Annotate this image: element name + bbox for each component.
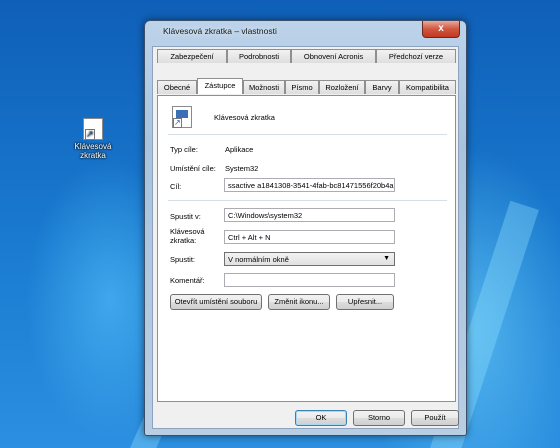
tab-general[interactable]: Obecné [157,80,197,94]
tab-compatibility[interactable]: Kompatibilita [399,80,456,94]
run-select[interactable]: V normálním okně ▼ [224,252,395,266]
change-icon-button[interactable]: Změnit ikonu... [268,294,330,310]
hotkey-label-line1: Klávesová [170,227,205,236]
comment-label: Komentář: [170,276,205,285]
advanced-button[interactable]: Upřesnit... [336,294,394,310]
close-icon: x [438,23,444,34]
tab-colors[interactable]: Barvy [365,80,399,94]
window-title: Klávesová zkratka – vlastnosti [163,26,277,36]
close-button[interactable]: x [422,21,460,38]
target-location-value: System32 [225,164,259,173]
shortcut-icon [83,118,103,140]
hotkey-label: Klávesová zkratka: [170,227,205,245]
separator [168,134,447,135]
tab-security[interactable]: Zabezpečení [157,49,227,63]
properties-window: Klávesová zkratka – vlastnosti x Zabezpe… [144,20,467,436]
tab-previous-versions[interactable]: Předchozí verze [376,49,456,63]
target-field[interactable]: ssactive a1841308-3541-4fab-bc81471556f2… [224,178,395,192]
hotkey-label-line2: zkratka: [170,236,197,245]
target-label: Cíl: [170,182,182,191]
shortcut-name: Klávesová zkratka [214,113,275,122]
target-location-label: Umístění cíle: [170,164,216,173]
open-file-location-button[interactable]: Otevřít umístění souboru [170,294,262,310]
target-type-label: Typ cíle: [170,145,198,154]
tab-details[interactable]: Podrobnosti [227,49,291,63]
cancel-button[interactable]: Storno [353,410,405,426]
target-type-value: Aplikace [225,145,254,154]
chevron-down-icon: ▼ [383,255,390,262]
desktop-shortcut-icon[interactable]: Klávesová zkratka [70,118,116,160]
tab-options[interactable]: Možnosti [243,80,285,94]
start-in-field[interactable]: C:\Windows\system32 [224,208,395,222]
tab-shortcut[interactable]: Zástupce [197,78,243,94]
dialog-client: Zabezpečení Podrobnosti Obnovení Acronis… [152,46,459,429]
tab-font[interactable]: Písmo [285,80,319,94]
shortcut-app-icon [172,106,192,128]
run-label: Spustit: [170,255,196,264]
separator [168,200,447,201]
start-in-label: Spustit v: [170,212,201,221]
tab-layout[interactable]: Rozložení [319,80,365,94]
ok-button[interactable]: OK [295,410,347,426]
shortcut-panel: Klávesová zkratka Typ cíle: Aplikace Umí… [157,95,456,402]
hotkey-field[interactable]: Ctrl + Alt + N [224,230,395,244]
tab-acronis-restore[interactable]: Obnovení Acronis [291,49,376,63]
apply-button[interactable]: Použít [411,410,459,426]
title-bar[interactable]: Klávesová zkratka – vlastnosti x [145,21,466,43]
desktop-shortcut-label: Klávesová zkratka [74,142,112,160]
run-select-value: V normálním okně [228,255,289,264]
comment-field[interactable] [224,273,395,287]
